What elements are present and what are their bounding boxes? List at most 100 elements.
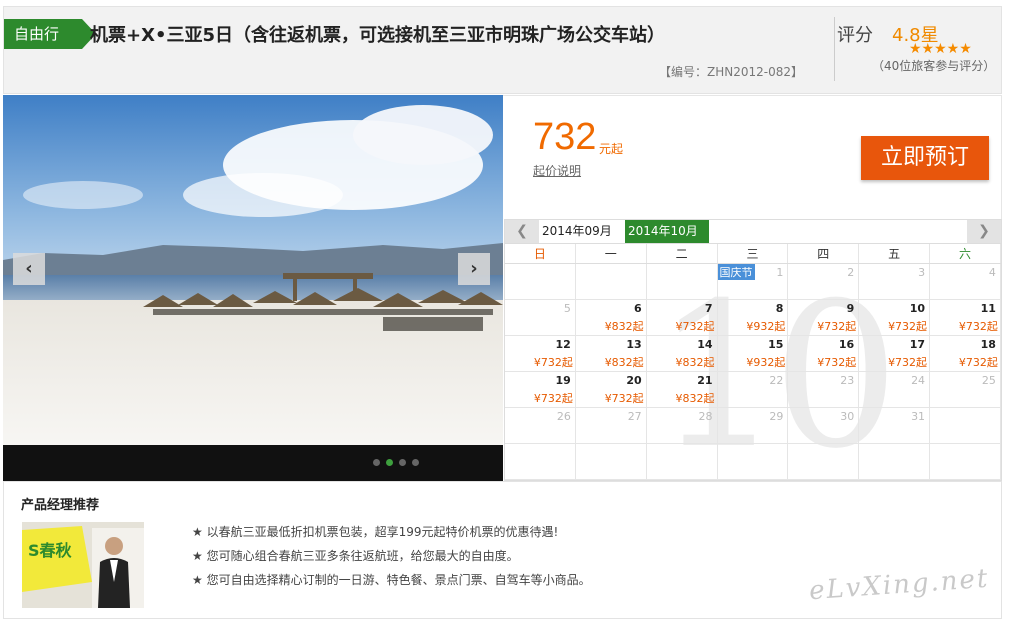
- calendar-day-cell[interactable]: 7 ¥732起: [647, 300, 718, 335]
- calendar-prev-icon[interactable]: ❮: [505, 220, 539, 243]
- gallery-dot[interactable]: [373, 459, 380, 466]
- calendar-day-cell[interactable]: 8 ¥932起: [718, 300, 789, 335]
- gallery-prev-button[interactable]: ‹: [13, 253, 45, 285]
- calendar-day-number: 8: [775, 302, 784, 315]
- calendar-day-price[interactable]: ¥832起: [605, 318, 644, 334]
- calendar-day-price[interactable]: ¥832起: [605, 354, 644, 370]
- tab-month-september[interactable]: 2014年09月: [539, 220, 625, 243]
- calendar-day-number: 17: [909, 338, 926, 351]
- calendar-day-number: 12: [555, 338, 571, 351]
- calendar-day-number: 7: [704, 302, 713, 315]
- calendar-next-icon[interactable]: ❯: [967, 220, 1001, 243]
- weekday-wed: 三: [718, 244, 789, 263]
- calendar-day-number: 27: [627, 410, 642, 423]
- photo-gallery[interactable]: ‹ ›: [3, 95, 503, 481]
- calendar-day-cell: 28: [647, 408, 718, 443]
- calendar-week-row: 19 ¥732起 20 ¥732起 21 ¥832起 22 23 24 25: [505, 372, 1001, 408]
- calendar-day-cell[interactable]: 13 ¥832起: [576, 336, 647, 371]
- calendar-day-cell: 2: [788, 264, 860, 299]
- calendar-day-cell[interactable]: 10 ¥732起: [859, 300, 931, 335]
- header-divider: [834, 17, 835, 81]
- gallery-next-button[interactable]: ›: [458, 253, 490, 285]
- product-header: 自由行 机票+X•三亚5日（含往返机票，可选接机至三亚市明珠广场公交车站） 【编…: [3, 6, 1002, 94]
- calendar-day-number: 31: [911, 410, 926, 423]
- calendar-day-price[interactable]: ¥832起: [676, 354, 715, 370]
- calendar-day-cell: 5: [505, 300, 576, 335]
- calendar-grid: 日 一 二 三 四 五 六 国庆节 1 2 3 4 5 6 ¥832起 7 ¥732起 8 ¥932起…: [505, 244, 1001, 480]
- calendar-day-cell[interactable]: 11 ¥732起: [930, 300, 1001, 335]
- calendar-week-row: 国庆节 1 2 3 4: [505, 264, 1001, 300]
- weekday-sat: 六: [930, 244, 1001, 263]
- calendar-day-price[interactable]: ¥732起: [676, 318, 715, 334]
- calendar-day-cell[interactable]: 19 ¥732起: [505, 372, 576, 407]
- calendar-day-cell: 3: [859, 264, 931, 299]
- calendar-day-price[interactable]: ¥932起: [746, 354, 785, 370]
- recommendation-point: ★ 您可自由选择精心订制的一日游、特色餐、景点门票、自驾车等小商品。: [192, 573, 591, 587]
- banner-logo: S春秋: [28, 541, 73, 560]
- calendar-day-cell[interactable]: 9 ¥732起: [788, 300, 860, 335]
- calendar-day-cell: [718, 444, 789, 479]
- category-tag: 自由行: [4, 19, 96, 49]
- calendar-nav: ❮ 2014年09月 2014年10月 ❯: [505, 220, 1001, 244]
- calendar-day-cell[interactable]: 17 ¥732起: [859, 336, 931, 371]
- calendar-day-number: 5: [563, 302, 571, 315]
- rating-stars-icon: ★★★★★: [909, 41, 972, 57]
- calendar-day-cell[interactable]: 6 ¥832起: [576, 300, 647, 335]
- calendar-day-cell[interactable]: 14 ¥832起: [647, 336, 718, 371]
- calendar-day-number: 6: [634, 302, 642, 315]
- calendar-day-cell: 24: [859, 372, 931, 407]
- calendar-day-cell[interactable]: 12 ¥732起: [505, 336, 576, 371]
- calendar-day-price[interactable]: ¥732起: [534, 354, 573, 370]
- calendar-day-cell: [576, 264, 647, 299]
- price-explanation-link[interactable]: 起价说明: [533, 162, 581, 179]
- calendar-day-price[interactable]: ¥732起: [888, 354, 927, 370]
- calendar-day-number: 13: [626, 338, 642, 351]
- calendar-day-price[interactable]: ¥732起: [605, 390, 644, 406]
- calendar-day-number: 14: [697, 338, 713, 351]
- gallery-dot-active[interactable]: [386, 459, 393, 466]
- calendar-week-row: [505, 444, 1001, 480]
- calendar-day-cell[interactable]: 16 ¥732起: [788, 336, 860, 371]
- calendar-day-number: 20: [626, 374, 642, 387]
- product-code: 【编号：ZHN2012-082】: [659, 65, 803, 79]
- calendar-day-number: 24: [911, 374, 926, 387]
- calendar-day-cell[interactable]: 18 ¥732起: [930, 336, 1001, 371]
- calendar-day-cell: 30: [788, 408, 860, 443]
- calendar-day-price[interactable]: ¥732起: [817, 318, 856, 334]
- calendar-day-number: 2: [847, 266, 855, 279]
- weekday-header: 日 一 二 三 四 五 六: [505, 244, 1001, 264]
- calendar-day-number: 16: [838, 338, 855, 351]
- calendar-day-price[interactable]: ¥732起: [534, 390, 573, 406]
- gallery-pagination: [373, 459, 419, 469]
- weekday-fri: 五: [859, 244, 931, 263]
- gallery-dot[interactable]: [399, 459, 406, 466]
- calendar-day-price[interactable]: ¥932起: [746, 318, 785, 334]
- calendar-day-price[interactable]: ¥732起: [959, 318, 998, 334]
- book-now-button[interactable]: 立即预订: [861, 136, 989, 180]
- weekday-mon: 一: [576, 244, 647, 263]
- calendar-day-cell: 26: [505, 408, 576, 443]
- calendar-day-cell[interactable]: 21 ¥832起: [647, 372, 718, 407]
- calendar-day-price[interactable]: ¥732起: [959, 354, 998, 370]
- gallery-dot[interactable]: [412, 459, 419, 466]
- calendar-day-number: 15: [768, 338, 784, 351]
- calendar-day-cell: 国庆节 1: [717, 264, 789, 299]
- calendar-day-number: 1: [776, 266, 784, 279]
- calendar-day-cell[interactable]: 15 ¥932起: [718, 336, 789, 371]
- calendar-day-price[interactable]: ¥732起: [888, 318, 927, 334]
- calendar-day-price[interactable]: ¥832起: [676, 390, 715, 406]
- calendar-day-cell: [930, 408, 1001, 443]
- manager-recommendation: 产品经理推荐 S春秋 ★ 以春航三亚最低折扣机票包装，超享199元起特价机票的优…: [3, 481, 1002, 619]
- calendar-day-cell[interactable]: 20 ¥732起: [576, 372, 647, 407]
- calendar-day-number: 29: [769, 410, 784, 423]
- product-title: 机票+X•三亚5日（含往返机票，可选接机至三亚市明珠广场公交车站）: [90, 25, 665, 46]
- calendar-day-cell: 25: [930, 372, 1001, 407]
- calendar-day-cell: [505, 444, 576, 479]
- price-value: 732: [533, 116, 597, 158]
- calendar-day-number: 25: [981, 374, 996, 387]
- review-count[interactable]: （40位旅客参与评分）: [872, 57, 995, 74]
- calendar-day-cell: 4: [930, 264, 1001, 299]
- calendar-week-row: 26 27 28 29 30 31: [505, 408, 1001, 444]
- tab-month-october[interactable]: 2014年10月: [625, 220, 709, 243]
- calendar-day-price[interactable]: ¥732起: [817, 354, 856, 370]
